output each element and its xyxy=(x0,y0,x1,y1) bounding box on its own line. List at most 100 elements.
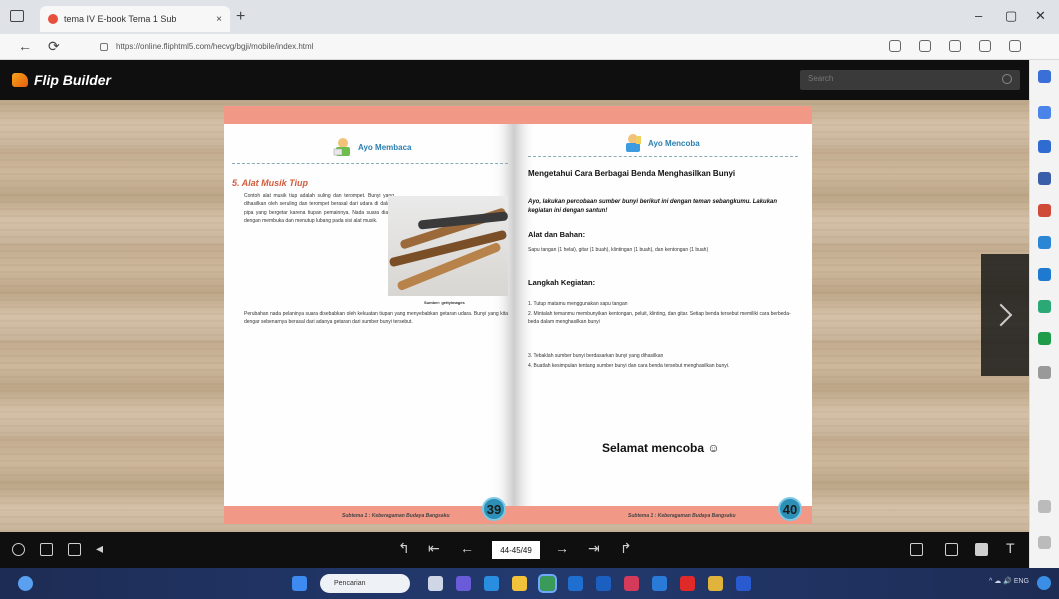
add-sidebar-app-icon[interactable] xyxy=(1038,366,1051,379)
collections-icon[interactable] xyxy=(979,40,991,52)
section-divider xyxy=(232,163,508,164)
closing-message: Selamat mencoba ☺ xyxy=(602,441,720,455)
section-divider xyxy=(528,156,798,157)
settings-app-icon[interactable] xyxy=(736,576,751,591)
file-explorer-icon[interactable] xyxy=(512,576,527,591)
games-icon[interactable] xyxy=(1038,204,1051,217)
bookmark-icon[interactable] xyxy=(68,543,81,556)
media-icon[interactable] xyxy=(624,576,639,591)
favorites-icon[interactable] xyxy=(949,40,961,52)
sidebar-layout-icon[interactable] xyxy=(1038,500,1051,513)
lock-icon xyxy=(100,42,108,51)
next-page-button[interactable] xyxy=(981,254,1029,376)
page-header-band xyxy=(224,106,514,124)
page-footer-text: Subtema 1 : Keberagaman Budaya Bangsaku xyxy=(342,513,450,519)
page-number-input[interactable] xyxy=(492,541,540,559)
text-mode-icon[interactable]: T xyxy=(1006,540,1015,556)
paragraph-explanation: Perubahan nada pelaninya suara disebabka… xyxy=(244,311,508,326)
paragraph-intro: Contoh alat musik tiup adalah suling dan… xyxy=(244,193,394,225)
share-icon[interactable] xyxy=(910,543,923,556)
store-icon[interactable] xyxy=(596,576,611,591)
chrome-icon[interactable] xyxy=(652,576,667,591)
word-icon[interactable] xyxy=(568,576,583,591)
tools-icon[interactable] xyxy=(1038,172,1051,185)
experiment-boy-icon xyxy=(626,134,641,152)
section-heading-ayo-mencoba: Ayo Mencoba xyxy=(622,132,700,154)
previous-page-icon[interactable]: ← xyxy=(460,540,474,556)
step-item: 1. Tutup matamu menggunakan sapu tangan xyxy=(528,301,628,307)
reading-boy-icon xyxy=(333,138,350,156)
task-view-icon[interactable] xyxy=(428,576,443,591)
refresh-button[interactable]: ⟳ xyxy=(48,38,60,55)
office-icon[interactable] xyxy=(1038,236,1051,249)
browser-tab[interactable]: tema IV E-book Tema 1 Sub × xyxy=(40,6,230,32)
more-menu-icon[interactable] xyxy=(1039,40,1049,52)
drop-icon[interactable] xyxy=(1038,300,1051,313)
tab-close-button[interactable]: × xyxy=(216,14,222,25)
sound-icon[interactable]: ◂ xyxy=(96,540,103,557)
system-tray[interactable]: ^ ☁ 🔊 ENG xyxy=(989,577,1029,585)
sidebar-settings-icon[interactable] xyxy=(1038,536,1051,549)
outlook-icon[interactable] xyxy=(1038,268,1051,281)
chat-icon[interactable] xyxy=(456,576,471,591)
tab-title: tema IV E-book Tema 1 Sub xyxy=(64,14,177,24)
fullscreen-icon[interactable] xyxy=(945,543,958,556)
tree-icon[interactable] xyxy=(1038,332,1051,345)
new-tab-button[interactable]: + xyxy=(236,8,245,26)
edge-icon[interactable] xyxy=(484,576,499,591)
maximize-button[interactable]: ▢ xyxy=(1005,8,1017,24)
steps-heading: Langkah Kegiatan: xyxy=(528,278,596,287)
undo-icon[interactable]: ↰ xyxy=(398,540,410,557)
viewer-toolbar: ◂ ↰ ⇤ ← → ⇥ ↱ T xyxy=(0,532,1029,568)
search-sidebar-icon[interactable] xyxy=(1038,70,1051,83)
topic-subtitle: 5. Alat Musik Tiup xyxy=(232,178,309,188)
activity-title: Mengetahui Cara Berbagai Benda Menghasil… xyxy=(528,169,736,178)
first-page-icon[interactable]: ⇤ xyxy=(428,540,440,557)
taskbar-search[interactable]: Pencarian xyxy=(320,574,410,593)
back-button[interactable]: ← xyxy=(18,38,32,54)
search-icon[interactable] xyxy=(1002,74,1012,84)
shopping-icon[interactable] xyxy=(1038,140,1051,153)
photo-caption: Sumber: gettyimages xyxy=(424,300,465,305)
tab-actions-icon[interactable] xyxy=(10,10,24,22)
last-page-icon[interactable]: ⇥ xyxy=(588,540,600,557)
flip-builder-logo: Flip Builder xyxy=(12,72,111,88)
section-heading-ayo-membaca: Ayo Membaca xyxy=(332,136,412,158)
viewer-search-box[interactable]: Search xyxy=(800,70,1020,90)
address-bar-row: ← ⟳ https://online.fliphtml5.com/hecvg/b… xyxy=(0,34,1059,60)
active-app-icon[interactable] xyxy=(538,574,557,593)
youtube-icon[interactable] xyxy=(680,576,695,591)
redo-icon[interactable]: ↱ xyxy=(620,540,632,557)
copilot-icon[interactable] xyxy=(1038,106,1051,119)
address-field[interactable]: https://online.fliphtml5.com/hecvg/bgji/… xyxy=(100,39,860,55)
chevron-right-icon xyxy=(989,303,1013,327)
profile-icon[interactable] xyxy=(1009,40,1021,52)
read-aloud-icon[interactable] xyxy=(889,40,901,52)
left-page[interactable]: Ayo Membaca 5. Alat Musik Tiup Contoh al… xyxy=(224,106,514,524)
search-placeholder: Search xyxy=(808,74,834,83)
section-title: Ayo Mencoba xyxy=(648,138,700,148)
app-icon[interactable] xyxy=(708,576,723,591)
weather-icon[interactable] xyxy=(18,576,33,591)
right-page[interactable]: Ayo Mencoba Mengetahui Cara Berbagai Ben… xyxy=(514,106,812,524)
next-page-icon[interactable]: → xyxy=(555,540,569,556)
notification-icon[interactable] xyxy=(1037,576,1051,590)
page-number-badge: 39 xyxy=(482,497,506,521)
browser-sidebar xyxy=(1029,60,1059,570)
split-screen-icon[interactable] xyxy=(919,40,931,52)
page-number-badge: 40 xyxy=(778,497,802,521)
activity-instructions: Ayo, lakukan percobaan sumber bunyi beri… xyxy=(528,199,778,214)
page-header-band xyxy=(514,106,812,124)
start-icon[interactable] xyxy=(292,576,307,591)
thumbnails-icon[interactable] xyxy=(40,543,53,556)
step-item: 4. Buatlah kesimpulan tentang sumber bun… xyxy=(528,363,730,369)
materials-heading: Alat dan Bahan: xyxy=(528,230,586,239)
brand-name: Flip Builder xyxy=(34,72,111,88)
minimize-button[interactable]: – xyxy=(975,8,982,23)
favicon-icon xyxy=(48,14,58,24)
zoom-icon[interactable] xyxy=(12,543,25,556)
close-window-button[interactable]: ✕ xyxy=(1035,8,1046,24)
url-text: https://online.fliphtml5.com/hecvg/bgji/… xyxy=(116,42,314,51)
email-icon[interactable] xyxy=(975,543,988,556)
flip-builder-logo-icon xyxy=(12,73,28,87)
